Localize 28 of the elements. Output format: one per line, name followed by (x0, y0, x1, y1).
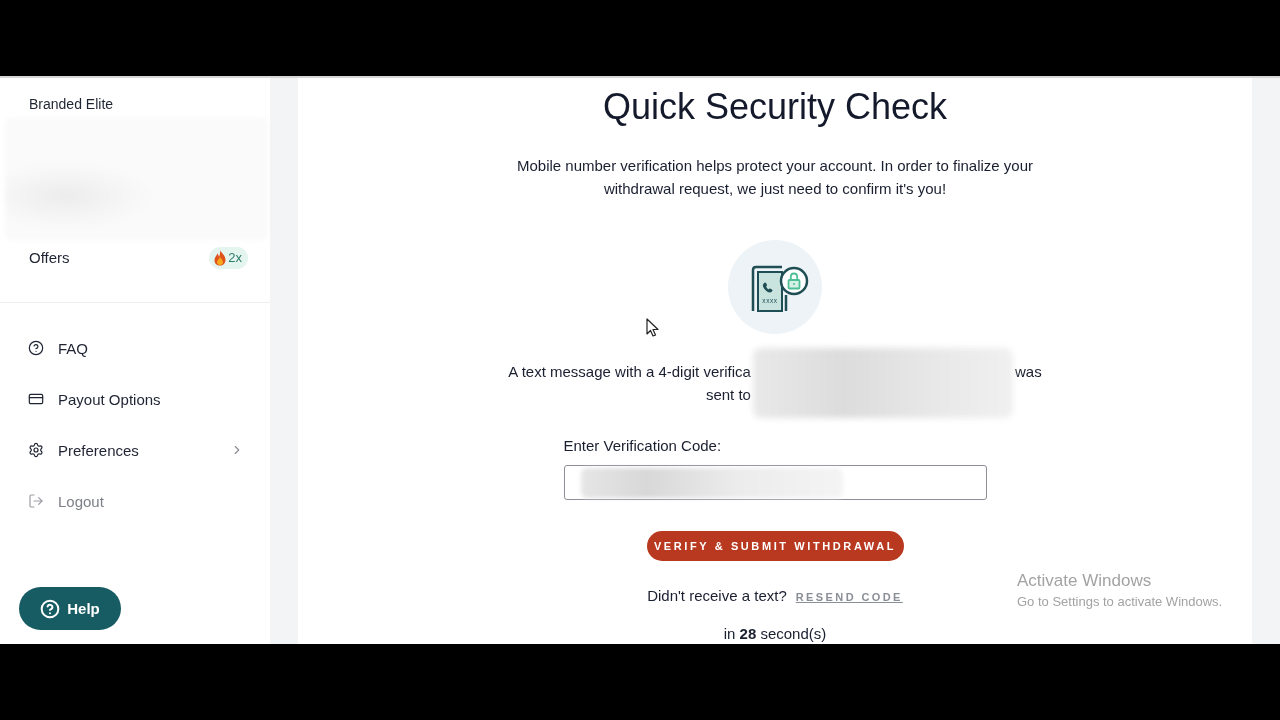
message-text: sent to (704, 385, 752, 405)
brand-name: Branded Elite (29, 95, 115, 114)
code-input-field[interactable] (563, 465, 987, 500)
code-label: Enter Verification Code: (563, 436, 722, 456)
card-icon (28, 391, 44, 407)
offers-menu-item[interactable]: Offers (29, 248, 70, 268)
sidebar-menu-item[interactable]: FAQ (0, 336, 270, 360)
message-text: was (1013, 362, 1043, 382)
mouse-cursor-icon (646, 318, 659, 337)
phone-lock-icon (728, 240, 822, 334)
page-title: Quick Security Check (602, 85, 948, 129)
resend-prompt: Didn't receive a text? (647, 586, 787, 606)
message-text: A text message with a 4-digit verifica (507, 362, 752, 382)
submit-button[interactable]: VERIFY & SUBMIT WITHDRAWAL (646, 531, 904, 561)
intro-text: Mobile number verification helps protect your account. In order to finalize your withdrawal request, we just need to confirm it's you! (515, 156, 1035, 199)
help-icon (40, 598, 61, 619)
activate-windows-subtitle: Go to Settings to activate Windows. (1017, 593, 1223, 611)
logout-icon (28, 493, 44, 509)
activate-windows-title: Activate Windows (1017, 570, 1153, 592)
settings-icon (28, 442, 44, 458)
multiplier-text: 2x (228, 250, 242, 266)
help-button[interactable]: Help (19, 587, 121, 630)
sidebar-menu-item[interactable]: Logout (0, 489, 270, 513)
flame-icon (214, 250, 227, 266)
sidebar-menu-item[interactable]: Preferences (0, 438, 270, 462)
countdown-text: in 28 second(s) (723, 624, 827, 644)
sidebar-menu-item[interactable]: Payout Options (0, 387, 270, 411)
help-circle-icon (28, 340, 44, 356)
